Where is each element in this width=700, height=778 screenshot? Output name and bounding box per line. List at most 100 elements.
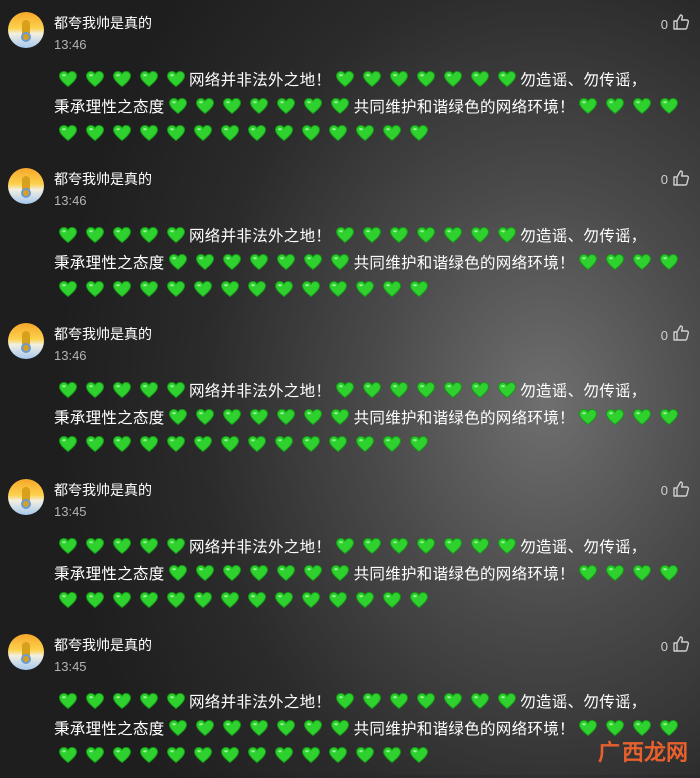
green-heart-icon xyxy=(633,252,652,270)
green-heart-icon xyxy=(355,745,374,764)
comment-line xyxy=(54,277,694,304)
green-heart-icon xyxy=(328,279,347,297)
green-heart-icon xyxy=(331,407,350,426)
green-heart-icon xyxy=(220,745,239,764)
green-heart-icon xyxy=(389,380,408,399)
green-heart-icon xyxy=(606,718,625,737)
green-heart-icon xyxy=(277,718,296,737)
green-heart-icon xyxy=(362,69,381,88)
comment-item: 都夸我帅是真的 13:46 0 网络并非法外之地！ 勿造谣、勿传谣， 秉承理性之态度 共同维… xyxy=(0,311,700,467)
comment-text: 共同维护和谐绿色的网络环境！ xyxy=(353,253,575,272)
green-heart-icon xyxy=(112,279,131,297)
green-heart-icon xyxy=(660,252,679,270)
comment-text: 网络并非法外之地！ xyxy=(189,226,332,245)
username[interactable]: 都夸我帅是真的 xyxy=(54,324,152,344)
green-heart-icon xyxy=(247,123,266,142)
comment-line: 网络并非法外之地！ 勿造谣、勿传谣， xyxy=(54,534,694,561)
username[interactable]: 都夸我帅是真的 xyxy=(54,635,152,655)
green-heart-icon xyxy=(328,434,347,453)
green-heart-icon xyxy=(196,407,215,426)
avatar[interactable] xyxy=(8,167,44,204)
like-count: 0 xyxy=(660,172,668,187)
green-heart-icon xyxy=(247,590,266,608)
green-heart-icon xyxy=(389,225,408,243)
green-heart-icon xyxy=(85,123,104,142)
green-heart-icon xyxy=(470,69,489,88)
green-heart-icon xyxy=(579,718,598,737)
green-heart-icon xyxy=(223,718,242,737)
green-heart-icon xyxy=(579,407,598,426)
avatar[interactable] xyxy=(8,12,44,48)
green-heart-icon xyxy=(223,563,242,581)
green-heart-icon xyxy=(58,745,77,764)
comment-body: 网络并非法外之地！ 勿造谣、勿传谣， 秉承理性之态度 共同维护和谐绿色的网络环境！ xyxy=(54,67,694,148)
like-button[interactable]: 0 xyxy=(661,324,690,346)
green-heart-icon xyxy=(112,745,131,764)
avatar[interactable] xyxy=(8,634,44,670)
green-heart-icon xyxy=(223,96,242,115)
green-heart-icon xyxy=(416,380,435,399)
green-heart-icon xyxy=(193,123,212,142)
green-heart-icon xyxy=(304,718,323,737)
green-heart-icon xyxy=(328,745,347,764)
green-heart-icon xyxy=(220,590,239,608)
green-heart-icon xyxy=(606,252,625,270)
comment-item: 都夸我帅是真的 13:45 0 网络并非法外之地！ 勿造谣、勿传谣， 秉承理性之态度 共同维… xyxy=(0,467,700,623)
like-count: 0 xyxy=(660,483,668,498)
green-heart-icon xyxy=(169,252,188,270)
thumbs-up-icon xyxy=(672,169,690,191)
green-heart-icon xyxy=(58,69,77,88)
username[interactable]: 都夸我帅是真的 xyxy=(54,169,152,189)
green-heart-icon xyxy=(250,252,269,270)
comment-line: 网络并非法外之地！ 勿造谣、勿传谣， xyxy=(54,67,694,94)
green-heart-icon xyxy=(85,536,104,554)
green-heart-icon xyxy=(166,590,185,608)
like-count: 0 xyxy=(660,16,668,32)
green-heart-icon xyxy=(166,536,185,554)
green-heart-icon xyxy=(58,536,77,554)
green-heart-icon xyxy=(633,718,652,737)
green-heart-icon xyxy=(497,536,516,554)
green-heart-icon xyxy=(112,590,131,608)
green-heart-icon xyxy=(85,69,104,88)
green-heart-icon xyxy=(85,691,104,710)
like-button[interactable]: 0 xyxy=(661,480,690,502)
green-heart-icon xyxy=(304,252,323,270)
green-heart-icon xyxy=(220,434,239,453)
green-heart-icon xyxy=(166,745,185,764)
green-heart-icon xyxy=(250,718,269,737)
thumbs-up-icon xyxy=(672,13,690,35)
avatar[interactable] xyxy=(8,323,44,359)
green-heart-icon xyxy=(443,380,462,399)
like-button[interactable]: 0 xyxy=(661,13,690,35)
green-heart-icon xyxy=(274,279,293,297)
green-heart-icon xyxy=(335,69,354,88)
green-heart-icon xyxy=(579,96,598,115)
green-heart-icon xyxy=(139,691,158,710)
green-heart-icon xyxy=(85,434,104,453)
like-count: 0 xyxy=(660,638,668,654)
like-button[interactable]: 0 xyxy=(661,635,690,657)
green-heart-icon xyxy=(301,434,320,453)
green-heart-icon xyxy=(193,279,212,297)
green-heart-icon xyxy=(389,536,408,554)
username[interactable]: 都夸我帅是真的 xyxy=(54,480,152,500)
green-heart-icon xyxy=(416,536,435,554)
green-heart-icon xyxy=(382,745,401,764)
green-heart-icon xyxy=(58,225,77,243)
green-heart-icon xyxy=(409,590,428,608)
comment-body: 网络并非法外之地！ 勿造谣、勿传谣， 秉承理性之态度 共同维护和谐绿色的网络环境！ xyxy=(54,378,694,459)
like-count: 0 xyxy=(660,327,668,343)
green-heart-icon xyxy=(166,123,185,142)
green-heart-icon xyxy=(355,279,374,297)
green-heart-icon xyxy=(193,590,212,608)
green-heart-icon xyxy=(579,252,598,270)
timestamp: 13:46 xyxy=(54,37,87,52)
avatar[interactable] xyxy=(8,478,44,515)
username[interactable]: 都夸我帅是真的 xyxy=(54,13,152,33)
green-heart-icon xyxy=(220,123,239,142)
comment-text: 网络并非法外之地！ xyxy=(189,693,332,711)
green-heart-icon xyxy=(58,590,77,608)
green-heart-icon xyxy=(247,434,266,453)
like-button[interactable]: 0 xyxy=(661,169,690,191)
